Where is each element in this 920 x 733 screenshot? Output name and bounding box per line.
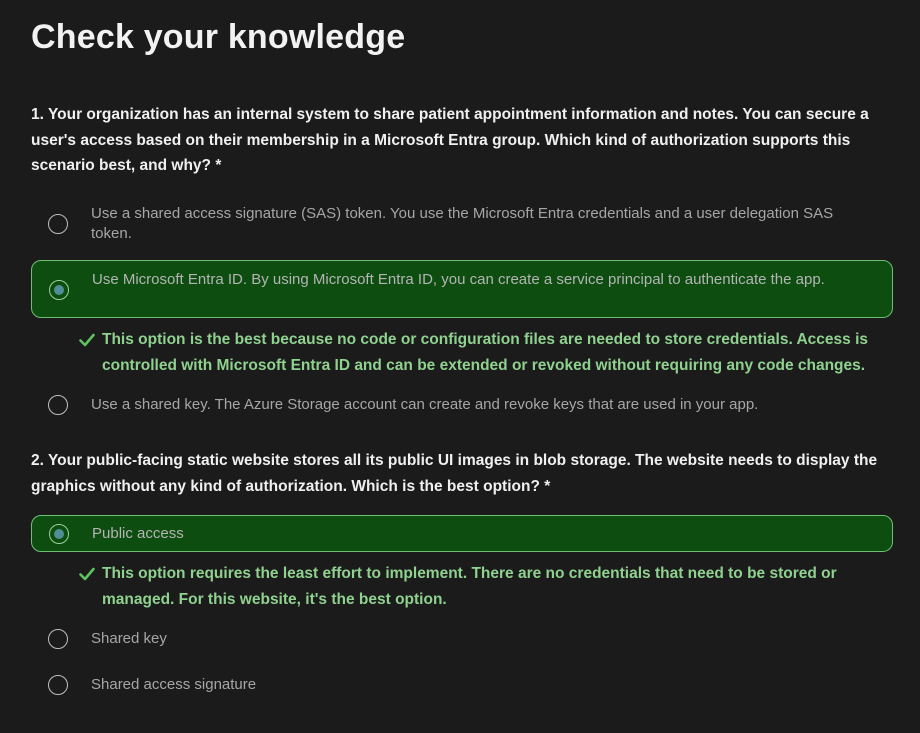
option-label: Use a shared key. The Azure Storage acco… xyxy=(91,396,759,413)
radio-button-icon[interactable] xyxy=(49,280,69,300)
question-2-text: 2. Your public-facing static website sto… xyxy=(31,448,881,499)
option-label: Use Microsoft Entra ID. By using Microso… xyxy=(92,271,825,288)
q1-option-entra-id[interactable]: Use Microsoft Entra ID. By using Microso… xyxy=(31,260,893,318)
option-label: Shared access signature xyxy=(91,676,257,693)
required-marker: * xyxy=(544,477,551,495)
q1-option-shared-key[interactable]: Use a shared key. The Azure Storage acco… xyxy=(31,394,893,418)
q1-option-sas-token[interactable]: Use a shared access signature (SAS) toke… xyxy=(31,203,893,245)
option-label: Shared key xyxy=(91,630,167,647)
checkmark-icon xyxy=(79,567,95,581)
q2-option-shared-access-signature[interactable]: Shared access signature xyxy=(31,674,893,698)
question-1-prompt: 1. Your organization has an internal sys… xyxy=(31,106,869,174)
radio-button-icon[interactable] xyxy=(49,524,69,544)
page-title: Check your knowledge xyxy=(31,18,406,56)
radio-button-icon[interactable] xyxy=(48,629,68,649)
radio-button-icon[interactable] xyxy=(48,395,68,415)
checkmark-icon xyxy=(79,333,95,347)
question-1-text: 1. Your organization has an internal sys… xyxy=(31,102,881,179)
q2-feedback: This option requires the least effort to… xyxy=(79,561,869,612)
required-marker: * xyxy=(215,157,222,174)
q1-feedback: This option is the best because no code … xyxy=(79,327,869,378)
option-label: Use a shared access signature (SAS) toke… xyxy=(91,205,834,242)
radio-button-icon[interactable] xyxy=(48,214,68,234)
option-label: Public access xyxy=(92,525,184,542)
q2-option-shared-key[interactable]: Shared key xyxy=(31,628,893,652)
feedback-text: This option is the best because no code … xyxy=(102,331,869,374)
radio-button-icon[interactable] xyxy=(48,675,68,695)
feedback-text: This option requires the least effort to… xyxy=(102,565,837,608)
q2-option-public-access[interactable]: Public access xyxy=(31,515,893,552)
question-2-prompt: 2. Your public-facing static website sto… xyxy=(31,452,878,495)
